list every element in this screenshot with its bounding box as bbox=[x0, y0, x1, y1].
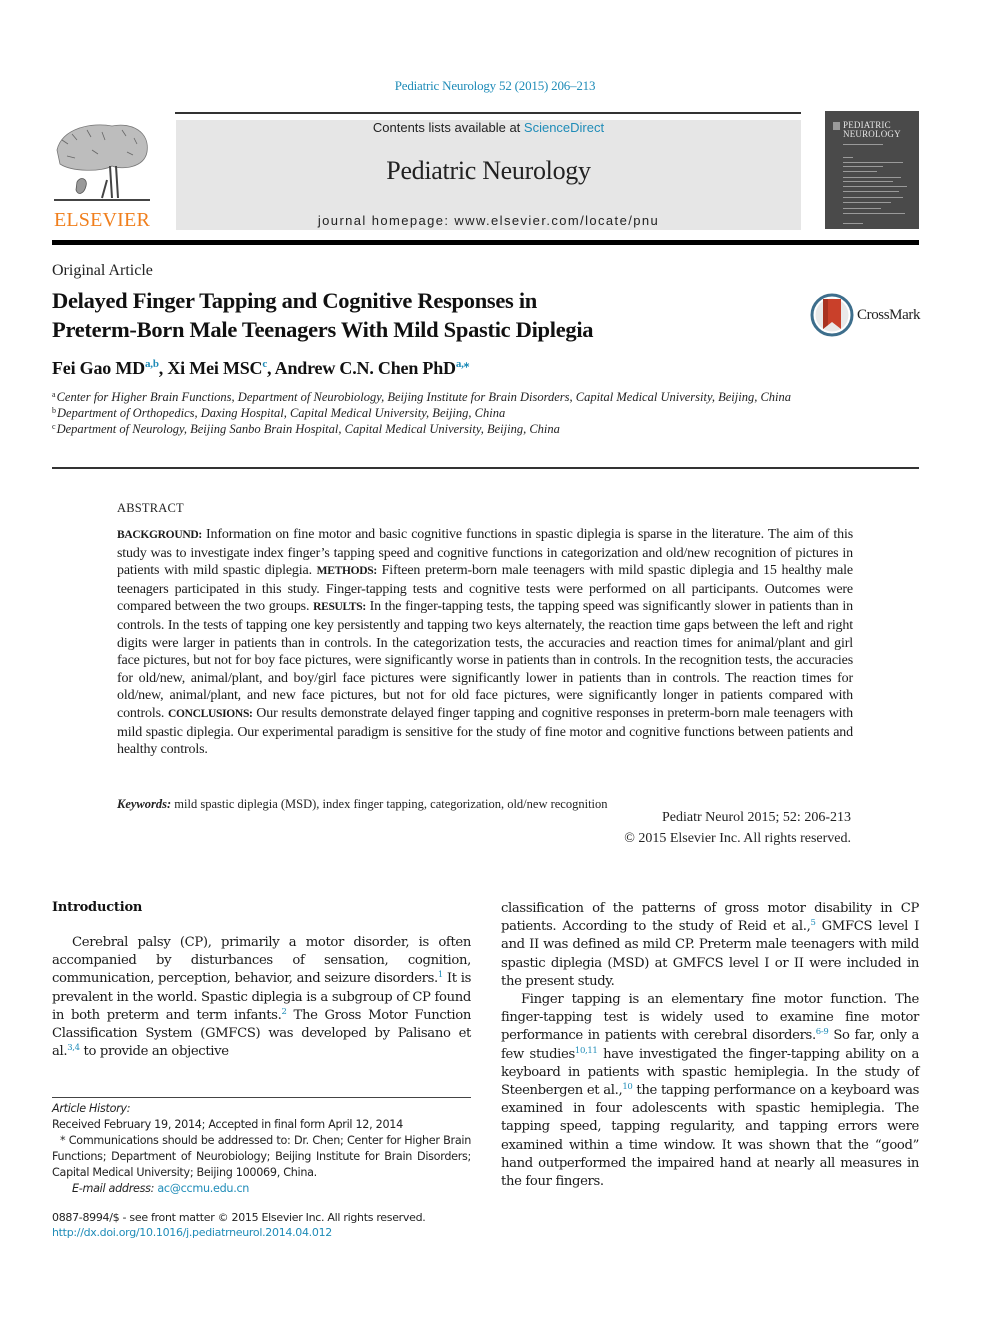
author-name[interactable]: Xi Mei MSC bbox=[167, 358, 262, 378]
citation: Pediatr Neurol 2015; 52: 206-213 bbox=[662, 810, 851, 825]
reference-link[interactable]: 3,4 bbox=[67, 1043, 80, 1053]
article-title-line2: Preterm-Born Male Teenagers With Mild Sp… bbox=[52, 317, 594, 342]
keywords-text: mild spastic diplegia (MSD), index finge… bbox=[171, 797, 608, 811]
header-thick-rule bbox=[52, 240, 919, 245]
article-title: Delayed Finger Tapping and Cognitive Res… bbox=[52, 286, 792, 344]
journal-homepage: journal homepage: www.elsevier.com/locat… bbox=[176, 213, 801, 228]
abstract-body: BACKGROUND: Information on fine motor an… bbox=[117, 526, 853, 759]
cover-text-line bbox=[843, 157, 853, 158]
reference-link[interactable]: 6-9 bbox=[816, 1027, 829, 1037]
contents-line: Contents lists available at ScienceDirec… bbox=[176, 120, 801, 135]
email-label: E-mail address: bbox=[72, 1182, 155, 1195]
results-label: RESULTS: bbox=[313, 601, 366, 614]
footnote-rule bbox=[52, 1097, 471, 1098]
body-column-right: classification of the patterns of gross … bbox=[501, 900, 919, 1191]
issn-line: 0887-8994/$ - see front matter © 2015 El… bbox=[52, 1211, 426, 1224]
body-column-left: Cerebral palsy (CP), primarily a motor d… bbox=[52, 934, 471, 1061]
contents-prefix: Contents lists available at bbox=[372, 120, 524, 135]
paragraph-text: Cerebral palsy (CP), primarily a motor d… bbox=[52, 935, 471, 987]
elsevier-wordmark: ELSEVIER bbox=[53, 209, 151, 231]
author-name[interactable]: Andrew C.N. Chen PhD bbox=[275, 358, 456, 378]
affiliation-text: Center for Higher Brain Functions, Depar… bbox=[56, 390, 791, 404]
email-link[interactable]: ac@ccmu.edu.cn bbox=[157, 1182, 249, 1195]
journal-reference-link[interactable]: Pediatric Neurology 52 (2015) 206–213 bbox=[0, 78, 990, 94]
cover-title: PEDIATRIC NEUROLOGY bbox=[843, 121, 901, 139]
results-text: In the finger-tapping tests, the tapping… bbox=[117, 599, 853, 721]
affiliation-key: c bbox=[52, 421, 56, 431]
affiliations: aCenter for Higher Brain Functions, Depa… bbox=[52, 390, 812, 437]
affiliation-text: Department of Orthopedics, Daxing Hospit… bbox=[57, 405, 506, 420]
journal-name: Pediatric Neurology bbox=[386, 156, 591, 185]
affiliation-item: bDepartment of Orthopedics, Daxing Hospi… bbox=[52, 406, 812, 422]
author-name[interactable]: Fei Gao MD bbox=[52, 358, 145, 378]
cover-text-line bbox=[843, 166, 883, 167]
affiliation-item: cDepartment of Neurology, Beijing Sanbo … bbox=[52, 422, 812, 438]
crossmark-button[interactable]: CrossMark bbox=[810, 293, 925, 338]
journal-banner: Contents lists available at ScienceDirec… bbox=[176, 120, 801, 230]
cover-text-line bbox=[843, 208, 881, 209]
body-paragraph: Finger tapping is an elementary fine mot… bbox=[501, 991, 919, 1191]
author-affiliation-marker[interactable]: a,b bbox=[145, 358, 159, 370]
correspondence-note: * Communications should be addressed to:… bbox=[52, 1134, 471, 1179]
cover-logo-icon bbox=[833, 122, 840, 130]
crossmark-label: CrossMark bbox=[857, 307, 921, 323]
cover-text-line bbox=[843, 191, 899, 192]
cover-text-line bbox=[843, 171, 877, 172]
crossmark-icon bbox=[810, 293, 854, 337]
cover-text-line bbox=[843, 181, 893, 182]
article-type: Original Article bbox=[52, 262, 153, 279]
journal-cover-thumbnail[interactable]: PEDIATRIC NEUROLOGY bbox=[825, 111, 919, 229]
affiliation-item: aCenter for Higher Brain Functions, Depa… bbox=[52, 390, 812, 406]
background-label: BACKGROUND: bbox=[117, 529, 202, 541]
cover-text-line bbox=[843, 144, 883, 145]
conclusions-label: CONCLUSIONS: bbox=[167, 707, 253, 720]
cover-title-line2: NEUROLOGY bbox=[843, 129, 901, 139]
body-paragraph: classification of the patterns of gross … bbox=[501, 900, 919, 991]
history-label: Article History: bbox=[52, 1102, 131, 1115]
cover-text-line bbox=[843, 177, 901, 178]
section-divider bbox=[52, 467, 919, 469]
cover-text-line bbox=[843, 162, 903, 163]
author-list: Fei Gao MDa,b, Xi Mei MSCc, Andrew C.N. … bbox=[52, 358, 469, 379]
body-paragraph: Cerebral palsy (CP), primarily a motor d… bbox=[52, 934, 471, 1061]
cover-text-line bbox=[843, 202, 891, 203]
author-affiliation-marker[interactable]: a,⁎ bbox=[456, 358, 469, 370]
introduction-heading: Introduction bbox=[52, 900, 143, 915]
copyright: © 2015 Elsevier Inc. All rights reserved… bbox=[624, 831, 851, 846]
methods-label: METHODS: bbox=[316, 565, 378, 578]
paragraph-text: to provide an objective bbox=[79, 1044, 230, 1060]
elsevier-logo[interactable]: ELSEVIER bbox=[52, 120, 152, 232]
affiliation-key: a bbox=[52, 390, 56, 399]
cover-text-line bbox=[843, 197, 903, 198]
reference-link[interactable]: 10 bbox=[622, 1082, 632, 1092]
footnotes: Article History: Received February 19, 2… bbox=[52, 1101, 471, 1197]
affiliation-text: Department of Neurology, Beijing Sanbo B… bbox=[56, 421, 560, 436]
paragraph-text: the tapping performance on a keyboard wa… bbox=[501, 1083, 919, 1190]
affiliation-key: b bbox=[52, 405, 56, 415]
cover-text-line bbox=[843, 213, 905, 214]
history-text: Received February 19, 2014; Accepted in … bbox=[52, 1118, 403, 1131]
cover-text-line bbox=[843, 223, 863, 224]
abstract-heading: ABSTRACT bbox=[117, 501, 184, 515]
author-separator: , bbox=[267, 358, 275, 378]
homepage-url-link[interactable]: www.elsevier.com/locate/pnu bbox=[454, 213, 659, 228]
homepage-prefix: journal homepage: bbox=[317, 213, 455, 228]
cover-text-line bbox=[843, 186, 907, 187]
header-top-rule bbox=[175, 112, 801, 114]
doi-link[interactable]: http://dx.doi.org/10.1016/j.pediatrneuro… bbox=[52, 1226, 332, 1239]
elsevier-tree-icon bbox=[54, 124, 150, 201]
keywords-label: Keywords: bbox=[117, 797, 172, 811]
sciencedirect-link[interactable]: ScienceDirect bbox=[524, 120, 604, 135]
article-title-line1: Delayed Finger Tapping and Cognitive Res… bbox=[52, 288, 537, 313]
reference-link[interactable]: 10,11 bbox=[575, 1046, 598, 1056]
